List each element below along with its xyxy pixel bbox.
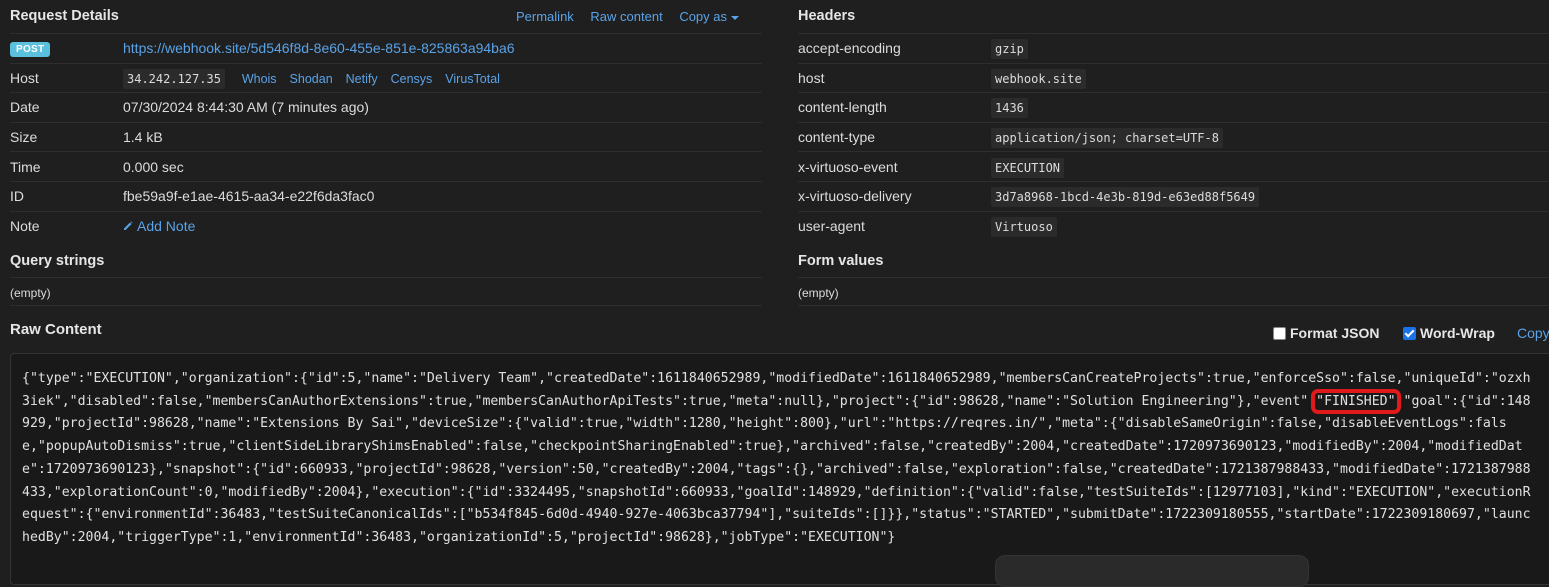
raw-content-title: Raw Content <box>10 321 102 338</box>
host-value: 34.242.127.35 <box>123 68 225 89</box>
headers-title: Headers <box>798 8 856 24</box>
word-wrap-option[interactable]: Word-Wrap <box>1403 325 1495 341</box>
header-row: content-length 1436 <box>798 92 1549 123</box>
header-key: content-length <box>798 92 991 123</box>
horizontal-scrollbar[interactable] <box>995 555 1309 587</box>
date-row: Date 07/30/2024 8:44:30 AM (7 minutes ag… <box>10 92 762 123</box>
add-note-label: Add Note <box>137 217 196 234</box>
header-value: Virtuoso <box>991 216 1057 237</box>
header-key: host <box>798 62 991 93</box>
highlighted-event-value: "FINISHED" <box>1311 388 1401 414</box>
divider <box>798 305 1549 306</box>
divider <box>798 277 1549 278</box>
id-label: ID <box>10 180 123 212</box>
header-key: x-virtuoso-event <box>798 151 991 182</box>
query-strings-title: Query strings <box>10 253 105 269</box>
format-json-label: Format JSON <box>1290 325 1380 341</box>
copy-as-dropdown[interactable]: Copy as <box>679 9 740 24</box>
query-strings-value: (empty) <box>10 286 51 300</box>
header-key: x-virtuoso-delivery <box>798 180 991 212</box>
header-value: 1436 <box>991 98 1028 119</box>
time-row: Time 0.000 sec <box>10 151 762 182</box>
copy-link[interactable]: Copy <box>1517 325 1549 341</box>
raw-text-after: ,"goal":{"id":148929,"projectId":98628,"… <box>22 393 1531 545</box>
request-url-link[interactable]: https://webhook.site/5d546f8d-8e60-455e-… <box>123 40 515 56</box>
method-badge: POST <box>10 42 51 58</box>
form-values-value: (empty) <box>798 286 839 300</box>
id-value: fbe59a9f-e1ae-4615-aa34-e22f6da3fac0 <box>123 180 762 212</box>
header-value: EXECUTION <box>991 157 1065 178</box>
date-label: Date <box>10 92 123 123</box>
time-label: Time <box>10 151 123 182</box>
divider <box>10 305 762 306</box>
format-json-checkbox[interactable] <box>1273 327 1286 340</box>
id-row: ID fbe59a9f-e1ae-4615-aa34-e22f6da3fac0 <box>10 180 762 212</box>
header-key: content-type <box>798 121 991 152</box>
header-row: x-virtuoso-delivery 3d7a8968-1bcd-4e3b-81… <box>798 180 1549 212</box>
raw-text-before: {"type":"EXECUTION","organization":{"id"… <box>22 371 1531 409</box>
note-row: Note Add Note <box>10 210 762 241</box>
header-value: 3d7a8968-1bcd-4e3b-819d-e63ed88f5649 <box>991 187 1260 208</box>
format-json-option[interactable]: Format JSON <box>1273 325 1379 341</box>
size-value: 1.4 kB <box>123 121 762 152</box>
whois-link[interactable]: Whois <box>242 72 277 86</box>
raw-content-text[interactable]: {"type":"EXECUTION","organization":{"id"… <box>22 368 1532 550</box>
divider <box>10 277 762 278</box>
header-value: application/json; charset=UTF-8 <box>991 128 1223 149</box>
permalink-link[interactable]: Permalink <box>516 9 574 24</box>
size-label: Size <box>10 121 123 152</box>
chevron-down-icon <box>731 15 740 20</box>
headers-table: accept-encoding gzip host webhook.site con… <box>798 33 1549 241</box>
word-wrap-checkbox[interactable] <box>1403 327 1416 340</box>
form-values-title: Form values <box>798 253 884 269</box>
header-row: x-virtuoso-event EXECUTION <box>798 151 1549 182</box>
header-row: content-type application/json; charset=UT… <box>798 121 1549 152</box>
request-details-title: Request Details <box>10 8 119 24</box>
request-details-table: POST https://webhook.site/5d546f8d-8e60-… <box>10 33 762 241</box>
host-row: Host 34.242.127.35 Whois Shodan Netify Cens… <box>10 62 762 93</box>
url-row: POST https://webhook.site/5d546f8d-8e60-… <box>10 33 762 64</box>
size-row: Size 1.4 kB <box>10 121 762 152</box>
add-note-link[interactable]: Add Note <box>123 218 195 234</box>
request-links: Permalink Raw content Copy as <box>503 9 740 24</box>
shodan-link[interactable]: Shodan <box>290 72 333 86</box>
header-row: host webhook.site <box>798 62 1549 93</box>
header-row: user-agent Virtuoso <box>798 210 1549 241</box>
note-label: Note <box>10 210 123 241</box>
header-key: accept-encoding <box>798 33 991 64</box>
header-value: gzip <box>991 39 1028 60</box>
virustotal-link[interactable]: VirusTotal <box>445 72 500 86</box>
time-value: 0.000 sec <box>123 151 762 182</box>
header-row: accept-encoding gzip <box>798 33 1549 64</box>
header-key: user-agent <box>798 210 991 241</box>
date-value: 07/30/2024 8:44:30 AM (7 minutes ago) <box>123 92 762 123</box>
raw-content-link[interactable]: Raw content <box>590 9 662 24</box>
header-value: webhook.site <box>991 68 1086 89</box>
netify-link[interactable]: Netify <box>346 72 378 86</box>
pencil-icon <box>124 221 133 230</box>
word-wrap-label: Word-Wrap <box>1420 325 1495 341</box>
host-label: Host <box>10 62 123 93</box>
copy-as-label: Copy as <box>679 9 728 24</box>
censys-link[interactable]: Censys <box>391 72 433 86</box>
